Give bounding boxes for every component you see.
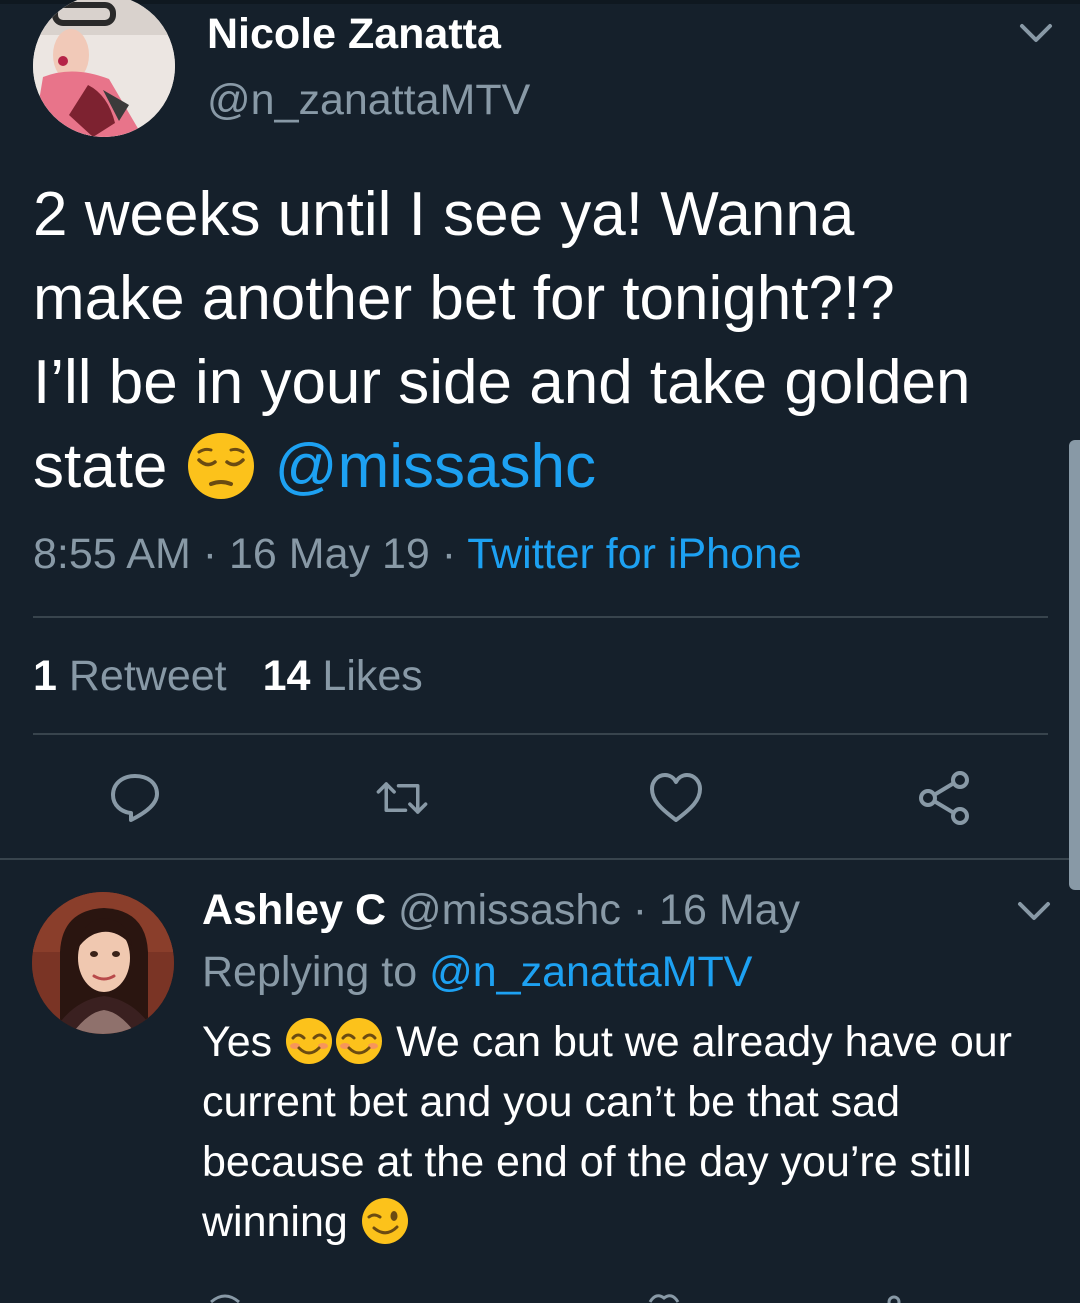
tweet-line: make another bet for tonight?!? [33,264,895,333]
retweets-stat[interactable]: 1 Retweet [33,652,227,700]
retweet-icon[interactable] [374,770,430,826]
replying-handle-link[interactable]: @n_zanattaMTV [429,948,752,996]
divider [33,616,1048,618]
share-icon[interactable] [916,770,972,826]
tweet-line: 2 weeks until I see ya! Wanna [33,180,855,249]
pensive-face-icon [187,432,254,499]
tweet-line: state @missashc [33,425,1043,509]
meta-separator: · [429,530,468,578]
author-name[interactable]: Nicole Zanatta [207,10,501,59]
tweet-line: I’ll be in your side and take golden [33,348,971,417]
reply-date: 16 May [659,886,801,934]
reply-line: current bet and you can’t be that sad [202,1078,901,1126]
scrollbar[interactable] [1069,440,1080,890]
reply-author-name[interactable]: Ashley C [202,886,386,934]
chevron-down-icon[interactable] [1014,900,1054,924]
reply-text-last: winning [202,1198,348,1246]
reply-header: Ashley C @missashc · 16 May [202,886,800,935]
reply-line: winning [202,1192,1062,1252]
reply-line: because at the end of the day you’re sti… [202,1138,972,1186]
meta-separator: · [620,886,660,934]
chevron-down-icon[interactable] [1016,22,1056,46]
top-edge [0,0,1080,4]
tweet-date: 16 May 19 [228,530,430,578]
reply-author-handle[interactable]: @missashc [398,886,621,934]
divider [33,733,1048,735]
tweet-meta: 8:55 AM · 16 May 19 · Twitter for iPhone [33,530,802,579]
replying-to: Replying to @n_zanattaMTV [202,948,752,997]
likes-stat[interactable]: 14 Likes [263,652,423,700]
smiling-face-with-closed-eyes-icon [336,1017,383,1064]
tweet-separator [0,858,1080,860]
author-handle[interactable]: @n_zanattaMTV [207,76,530,125]
engagement-stats: 1 Retweet 14 Likes [33,652,423,701]
reply-line: Yes We can but we already have our [202,1012,1062,1072]
share-icon[interactable] [884,1292,904,1303]
meta-separator: · [190,530,229,578]
reply-text-after-emojis: We can but we already have our [396,1018,1012,1066]
tweet-text: 2 weeks until I see ya! Wanna make anoth… [33,173,1043,509]
reply-icon[interactable] [207,1292,243,1303]
reply-icon[interactable] [107,768,163,824]
like-icon[interactable] [648,770,704,826]
reply-text: Yes We can but we already have our curre… [202,1012,1062,1252]
reply-text-first: Yes [202,1018,273,1066]
like-icon[interactable] [646,1292,682,1303]
author-avatar[interactable] [33,0,175,137]
replying-label: Replying to [202,948,418,996]
smiling-face-with-closed-eyes-icon [286,1017,333,1064]
reply-author-avatar[interactable] [32,892,174,1034]
tweet-line-text: state [33,432,185,501]
mention-link[interactable]: @missashc [275,432,596,501]
tweet-source-link[interactable]: Twitter for iPhone [467,530,802,578]
tweet-time: 8:55 AM [33,530,191,578]
winking-face-icon [361,1197,408,1244]
